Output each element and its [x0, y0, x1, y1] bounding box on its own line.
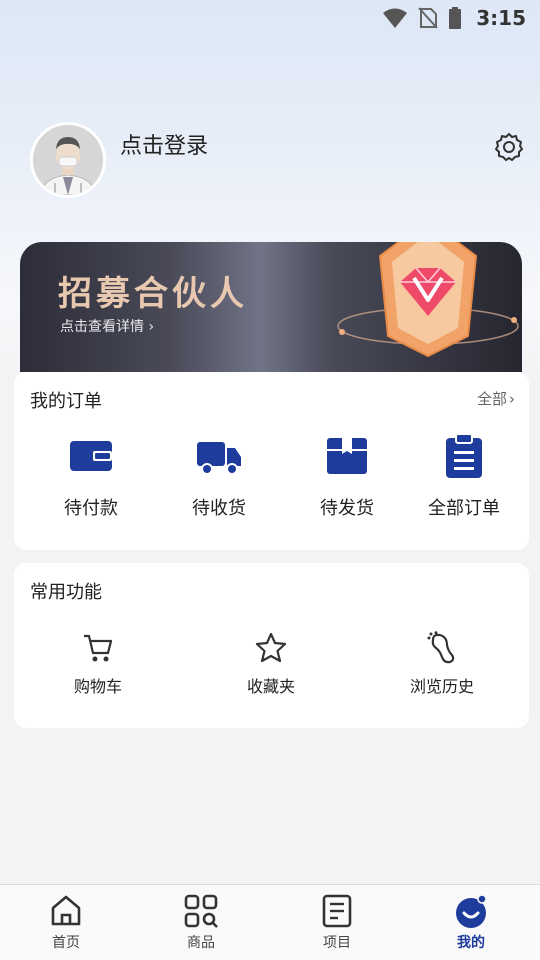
profile-face-icon	[453, 893, 489, 929]
no-sim-icon	[418, 7, 438, 29]
banner-title: 招募合伙人	[58, 274, 248, 314]
function-cart[interactable]: 购物车	[38, 631, 158, 697]
order-item-label: 待付款	[64, 498, 118, 519]
tab-mine[interactable]: 我的	[421, 893, 521, 952]
truck-icon	[195, 432, 243, 480]
function-history[interactable]: 浏览历史	[382, 631, 502, 697]
order-item-label: 全部订单	[428, 498, 500, 519]
order-pending-shipment[interactable]: 待发货	[292, 432, 402, 520]
orders-title: 我的订单	[30, 391, 102, 412]
footprint-icon	[425, 631, 459, 665]
functions-title: 常用功能	[30, 582, 102, 603]
order-all[interactable]: 全部订单	[409, 432, 519, 520]
package-icon	[323, 432, 371, 480]
common-functions-card: 常用功能 购物车 收藏夹 浏览历史	[14, 563, 529, 728]
settings-button[interactable]	[494, 132, 524, 162]
order-item-label: 待发货	[320, 498, 374, 519]
tab-home[interactable]: 首页	[16, 893, 116, 952]
tab-label: 项目	[323, 935, 351, 951]
my-orders-card: 我的订单 全部 › 待付款 待收货 待发货 全部订单	[14, 372, 529, 550]
clock: 3:15	[476, 6, 526, 30]
diamond-badge-icon	[337, 242, 519, 358]
function-favorites[interactable]: 收藏夹	[211, 631, 331, 697]
avatar[interactable]	[30, 122, 106, 198]
function-label: 购物车	[73, 677, 122, 696]
document-icon	[319, 893, 355, 929]
cart-icon	[81, 631, 115, 665]
function-label: 浏览历史	[409, 677, 474, 696]
partner-recruit-banner[interactable]: 招募合伙人 点击查看详情 ›	[20, 242, 522, 372]
star-icon	[254, 631, 288, 665]
wifi-icon	[383, 8, 408, 28]
banner-subtitle[interactable]: 点击查看详情 ›	[60, 316, 154, 336]
status-bar: 3:15	[0, 0, 540, 36]
tab-projects[interactable]: 项目	[287, 893, 387, 952]
tab-label: 商品	[187, 935, 215, 951]
banner-subtitle-text: 点击查看详情	[60, 319, 144, 335]
order-item-label: 待收货	[192, 498, 246, 519]
wallet-icon	[67, 432, 115, 480]
tab-label: 首页	[52, 935, 80, 951]
bottom-tab-bar: 首页 商品 项目 我的	[0, 884, 540, 960]
home-icon	[48, 893, 84, 929]
profile-section[interactable]: 点击登录	[30, 122, 208, 198]
doctor-avatar-icon	[33, 125, 103, 195]
function-label: 收藏夹	[246, 677, 295, 696]
grid-search-icon	[183, 893, 219, 929]
order-pending-payment[interactable]: 待付款	[36, 432, 146, 520]
chevron-right-icon: ›	[148, 319, 155, 335]
login-link[interactable]: 点击登录	[120, 128, 208, 160]
chevron-right-icon: ›	[509, 389, 515, 408]
clipboard-icon	[440, 432, 488, 480]
view-all-label: 全部	[476, 390, 507, 408]
orders-view-all-link[interactable]: 全部 ›	[477, 388, 515, 409]
battery-icon	[449, 7, 462, 29]
tab-label: 我的	[457, 935, 485, 951]
gear-icon	[495, 133, 523, 161]
tab-products[interactable]: 商品	[151, 893, 251, 952]
order-pending-receipt[interactable]: 待收货	[164, 432, 274, 520]
